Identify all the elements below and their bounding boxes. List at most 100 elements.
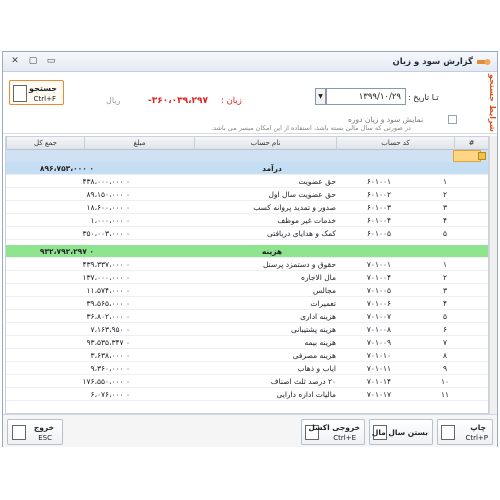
row-number: ۶	[442, 325, 448, 334]
close-icon[interactable]: ✕	[9, 56, 21, 67]
account-code: ۷۰۱۰۱۴	[366, 377, 392, 386]
group-total: ۸۹۶،۷۵۳،۰۰۰ ۰	[39, 164, 94, 173]
amount: ۹۳،۵۳۵،۳۴۷ ۰	[86, 338, 130, 347]
amount: ۱۱،۵۷۴،۰۰۰ ۰	[86, 286, 130, 295]
date-label: تـا تاریخ :	[408, 93, 439, 102]
table-row[interactable]: ۲ ۶۰۱۰۰۲ حق عضویت سال اول ۸۹،۱۵۰،۰۰۰ ۰	[6, 188, 488, 201]
account-name: هزینه بیمه	[304, 338, 336, 347]
account-name: مجالس	[313, 286, 336, 295]
amount: ۹،۳۶۰،۰۰۰ ۰	[90, 364, 130, 373]
account-name: ۲۰ درصد ثلث اصناف	[270, 377, 336, 386]
table-row[interactable]: ۴ ۷۰۱۰۰۶ تعمیرات ۳۹،۵۶۵،۰۰۰ ۰	[6, 297, 488, 310]
search-button[interactable]: جستجو Ctrl+F	[9, 80, 64, 105]
group-title: هزینه	[261, 247, 283, 256]
profit-loss-window: ✕ ▢ ▭ گزارش سود و زیان شرایط جستجو تـا ت…	[2, 51, 498, 447]
table-row[interactable]: ۳ ۷۰۱۰۰۵ مجالس ۱۱،۵۷۴،۰۰۰ ۰	[6, 284, 488, 297]
table-row[interactable]: ۴ ۶۰۱۰۰۴ خدمات غیر موظف ۱،۰۰۰،۰۰۰ ۰	[6, 214, 488, 227]
row-number: ۸	[442, 351, 448, 360]
loss-label: زیان :	[221, 96, 242, 106]
search-conditions-label: شرایط جستجو	[488, 74, 497, 132]
minimize-icon[interactable]: ▭	[45, 56, 57, 67]
group-title: درآمد	[262, 164, 282, 173]
table-row[interactable]: ۱۰ ۷۰۱۰۱۴ ۲۰ درصد ثلث اصناف ۱۷۶،۵۵۰،۰۰۰ ۰	[6, 375, 488, 388]
row-number: ۴	[442, 216, 448, 225]
row-number: ۲	[442, 190, 448, 199]
account-name: مالیات اداره دارایی	[276, 390, 337, 399]
account-name: خدمات غیر موظف	[277, 216, 336, 225]
exit-button[interactable]: خروج ESC	[7, 419, 63, 445]
amount: ۱۷۶،۵۵۰،۰۰۰ ۰	[82, 377, 130, 386]
window-title: گزارش سود و زیان	[392, 57, 473, 67]
selected-filter-cell[interactable]	[453, 150, 481, 162]
grid-header: # کد حساب نام حساب مبلغ جمع کل	[6, 137, 488, 150]
close-year-label: بستن سال مال	[371, 428, 428, 437]
amount: ۳،۶۳۸،۰۰۰ ۰	[90, 351, 130, 360]
row-number: ۱۰	[440, 377, 450, 386]
amount: ۴۳۸،۰۰۰،۰۰۰ ۰	[82, 177, 130, 186]
table-row[interactable]: ۳ ۶۰۱۰۰۳ صدور و تمدید پروانه کسب ۱۸،۶۰۰،۰۰۰…	[6, 201, 488, 214]
row-number: ۱۱	[440, 390, 450, 399]
amount: ۸۹،۱۵۰،۰۰۰ ۰	[86, 190, 130, 199]
date-dropdown-icon[interactable]: ▼	[315, 88, 326, 105]
account-code: ۷۰۱۰۰۸	[366, 325, 392, 334]
hint-text: در صورتی که سال مالی بسته باشد، استفاده …	[211, 124, 411, 132]
table-row[interactable]: ۶ ۷۰۱۰۰۸ هزینه پشتیبانی ۷،۱۶۳،۹۵۰ ۰	[6, 323, 488, 336]
exit-icon	[12, 425, 26, 440]
row-number: ۵	[442, 312, 448, 321]
account-name: صدور و تمدید پروانه کسب	[253, 203, 336, 212]
print-button[interactable]: چاپ Ctrl+P	[437, 419, 493, 445]
group-row[interactable]: درآمد ۸۹۶،۷۵۳،۰۰۰ ۰	[6, 162, 488, 175]
table-row[interactable]: ۵ ۶۰۱۰۰۵ کمک و هدایای دریافتی ۳۵۰،۰۰۳،۰۰۰ ۰	[6, 227, 488, 240]
title-bar: ✕ ▢ ▭ گزارش سود و زیان	[3, 52, 497, 72]
col-name[interactable]: نام حساب	[194, 137, 336, 150]
account-code: ۶۰۱۰۰۲	[366, 190, 392, 199]
date-input[interactable]: ۱۳۹۹/۱۰/۲۹	[326, 88, 406, 105]
table-row[interactable]: ۱ ۶۰۱۰۰۱ حق عضویت ۴۳۸،۰۰۰،۰۰۰ ۰	[6, 175, 488, 188]
row-number: ۳	[442, 286, 448, 295]
account-name: کمک و هدایای دریافتی	[266, 229, 336, 238]
excel-shortcut: Ctrl+E	[333, 434, 356, 442]
table-row[interactable]: ۹ ۷۰۱۰۱۱ ایاب و ذهاب ۹،۳۶۰،۰۰۰ ۰	[6, 362, 488, 375]
excel-label: خروجی اکسل	[308, 423, 360, 432]
search-button-label: جستجو	[29, 84, 57, 93]
footer-toolbar: چاپ Ctrl+P بستن سال مال خروجی اکسل Ctrl+…	[3, 414, 497, 447]
account-code: ۶۰۱۰۰۳	[366, 203, 392, 212]
table-row[interactable]: ۸ ۷۰۱۰۱۰ هزینه مصرفی ۳،۶۳۸،۰۰۰ ۰	[6, 349, 488, 362]
search-document-icon	[13, 85, 27, 102]
account-code: ۶۰۱۰۰۱	[366, 177, 392, 186]
maximize-icon[interactable]: ▢	[27, 56, 39, 67]
close-year-button[interactable]: بستن سال مال	[369, 419, 433, 445]
table-row[interactable]: ۱۱ ۷۰۱۰۱۷ مالیات اداره دارایی ۶،۰۷۶،۰۰۰ ۰	[6, 388, 488, 401]
search-button-shortcut: Ctrl+F	[33, 95, 56, 103]
grid-filter-row[interactable]	[6, 150, 488, 162]
grid-scrollbar[interactable]	[489, 136, 497, 414]
amount: ۶،۰۷۶،۰۰۰ ۰	[90, 390, 130, 399]
col-total[interactable]: جمع کل	[6, 137, 84, 150]
account-name: حق عضویت	[298, 177, 336, 186]
show-period-checkbox[interactable]	[448, 115, 457, 124]
amount: ۳۶،۸۰۲،۰۰۰ ۰	[86, 312, 130, 321]
table-row[interactable]: ۵ ۷۰۱۰۰۷ هزینه اداری ۳۶،۸۰۲،۰۰۰ ۰	[6, 310, 488, 323]
report-grid[interactable]: # کد حساب نام حساب مبلغ جمع کل درآمد ۸۹۶،…	[5, 136, 489, 414]
row-number: ۱	[442, 177, 448, 186]
table-row[interactable]: ۱ ۷۰۱۰۰۱ حقوق و دستمزد پرسنل ۴۳۹،۳۳۷،۰۰۰ ۰	[6, 258, 488, 271]
col-amount[interactable]: مبلغ	[84, 137, 194, 150]
exit-shortcut: ESC	[38, 434, 52, 442]
print-label: چاپ	[470, 423, 486, 432]
account-code: ۷۰۱۰۰۶	[366, 299, 392, 308]
row-number: ۷	[442, 338, 448, 347]
show-period-label: نمایش سود و زیان دوره	[348, 115, 424, 124]
col-no[interactable]: #	[454, 137, 488, 150]
group-total: ۹۳۲،۷۹۲،۲۹۷ ۰	[39, 247, 94, 256]
table-row[interactable]: ۷ ۷۰۱۰۰۹ هزینه بیمه ۹۳،۵۳۵،۳۴۷ ۰	[6, 336, 488, 349]
search-conditions-panel: شرایط جستجو تـا تاریخ : ۱۳۹۹/۱۰/۲۹ ▼ زیا…	[3, 72, 497, 134]
account-code: ۷۰۱۰۰۵	[366, 286, 392, 295]
group-row[interactable]: هزینه ۹۳۲،۷۹۲،۲۹۷ ۰	[6, 245, 488, 258]
account-code: ۷۰۱۰۱۰	[366, 351, 392, 360]
excel-export-button[interactable]: خروجی اکسل Ctrl+E	[301, 419, 365, 445]
col-code[interactable]: کد حساب	[336, 137, 454, 150]
filter-icon[interactable]	[478, 152, 486, 160]
table-row[interactable]: ۲ ۷۰۱۰۰۴ مال الاجاره ۱۳۷،۰۰۰،۰۰۰ ۰	[6, 271, 488, 284]
account-name: ایاب و ذهاب	[297, 364, 336, 373]
account-code: ۷۰۱۰۰۷	[366, 312, 392, 321]
